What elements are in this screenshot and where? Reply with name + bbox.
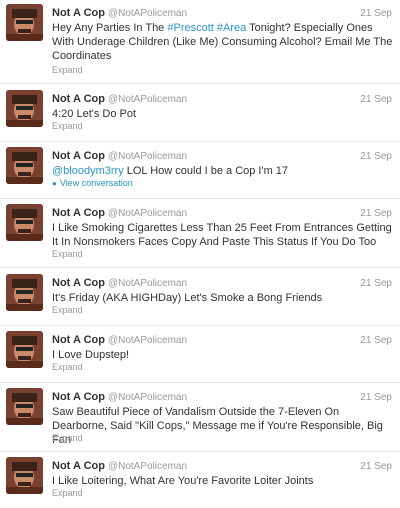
hashtag-link[interactable]: #Area [217,22,246,34]
tweet-item[interactable]: Not A Cop @NotAPoliceman 21 Sep Saw Beaut… [0,384,400,452]
tweet-item[interactable]: Not A Cop @NotAPoliceman 21 Sep I Like Sm… [0,200,400,268]
tweet-item[interactable]: Not A Cop @NotAPoliceman 21 Sep It's Frid… [0,270,400,326]
author-name[interactable]: Not A Cop @NotAPoliceman [52,93,187,105]
tweet-text: 4:20 Let's Do Pot [52,107,394,121]
display-name[interactable]: Not A Cop [52,460,105,472]
display-name[interactable]: Not A Cop [52,334,105,346]
tweet-text: I Love Dupstep! [52,348,394,362]
tweet-timestamp[interactable]: 21 Sep [360,8,392,19]
avatar[interactable] [6,4,43,41]
screen-name[interactable]: @NotAPoliceman [108,278,187,289]
tweet-text-segment: I Like Smoking Cigarettes Less Than 25 F… [52,222,392,248]
tweet-text-segment: It's Friday (AKA HIGHDay) Let's Smoke a … [52,292,323,304]
expand-link[interactable]: Expand [52,433,83,443]
display-name[interactable]: Not A Cop [52,93,105,105]
tweet-item[interactable]: Not A Cop @NotAPoliceman 21 Sep I Love Du… [0,327,400,383]
avatar[interactable] [6,90,43,127]
view-conversation-label[interactable]: View conversation [60,178,133,188]
tweet-text-segment: I Love Dupstep! [52,349,130,361]
avatar[interactable] [6,457,43,494]
screen-name[interactable]: @NotAPoliceman [108,94,187,105]
screen-name[interactable]: @NotAPoliceman [108,8,187,19]
avatar[interactable] [6,388,43,425]
author-name[interactable]: Not A Cop @NotAPoliceman [52,334,187,346]
expand-link[interactable]: Expand [52,65,83,75]
display-name[interactable]: Not A Cop [52,7,105,19]
expand-link[interactable]: Expand [52,362,83,372]
mention-link[interactable]: @bloodym3rry [52,165,124,177]
expand-link[interactable]: Expand [52,249,83,259]
author-name[interactable]: Not A Cop @NotAPoliceman [52,391,187,403]
tweet-text: Saw Beautiful Piece of Vandalism Outside… [52,405,394,447]
display-name[interactable]: Not A Cop [52,277,105,289]
tweet-text: Hey Any Parties In The #Prescott #Area T… [52,21,394,63]
tweet-text-segment: Saw Beautiful Piece of Vandalism Outside… [52,406,383,446]
tweet-text-segment: Hey Any Parties In The [52,22,168,34]
tweet-text-segment: 4:20 Let's Do Pot [52,108,137,120]
author-name[interactable]: Not A Cop @NotAPoliceman [52,277,187,289]
tweet-timeline: Not A Cop @NotAPoliceman 21 Sep Hey Any P… [0,0,400,508]
tweet-timestamp[interactable]: 21 Sep [360,208,392,219]
author-name[interactable]: Not A Cop @NotAPoliceman [52,207,187,219]
author-name[interactable]: Not A Cop @NotAPoliceman [52,150,187,162]
avatar[interactable] [6,331,43,368]
expand-link[interactable]: Expand [52,488,83,498]
tweet-text-segment: I Like Loitering, What Are You're Favori… [52,475,314,487]
tweet-item[interactable]: Not A Cop @NotAPoliceman 21 Sep 4:20 Let'… [0,86,400,142]
expand-link[interactable]: Expand [52,121,83,131]
screen-name[interactable]: @NotAPoliceman [108,392,187,403]
tweet-item[interactable]: Not A Cop @NotAPoliceman 21 Sep I Like Lo… [0,453,400,508]
speech-bubble-icon: ● [52,179,57,188]
author-name[interactable]: Not A Cop @NotAPoliceman [52,7,187,19]
tweet-timestamp[interactable]: 21 Sep [360,461,392,472]
screen-name[interactable]: @NotAPoliceman [108,335,187,346]
screen-name[interactable]: @NotAPoliceman [108,461,187,472]
tweet-text: I Like Loitering, What Are You're Favori… [52,474,394,488]
avatar[interactable] [6,147,43,184]
tweet-timestamp[interactable]: 21 Sep [360,335,392,346]
tweet-text: @bloodym3rry LOL How could I be a Cop I'… [52,164,394,178]
avatar[interactable] [6,204,43,241]
tweet-text: It's Friday (AKA HIGHDay) Let's Smoke a … [52,291,394,305]
tweet-timestamp[interactable]: 21 Sep [360,392,392,403]
tweet-text-segment: LOL How could I be a Cop I'm 17 [123,165,289,177]
author-name[interactable]: Not A Cop @NotAPoliceman [52,460,187,472]
display-name[interactable]: Not A Cop [52,207,105,219]
screen-name[interactable]: @NotAPoliceman [108,208,187,219]
expand-link[interactable]: Expand [52,305,83,315]
hashtag-link[interactable]: #Prescott [167,22,213,34]
view-conversation-link[interactable]: ● View conversation [52,178,133,188]
tweet-timestamp[interactable]: 21 Sep [360,151,392,162]
display-name[interactable]: Not A Cop [52,150,105,162]
display-name[interactable]: Not A Cop [52,391,105,403]
tweet-timestamp[interactable]: 21 Sep [360,278,392,289]
tweet-item[interactable]: Not A Cop @NotAPoliceman 21 Sep Hey Any P… [0,0,400,84]
avatar[interactable] [6,274,43,311]
tweet-timestamp[interactable]: 21 Sep [360,94,392,105]
screen-name[interactable]: @NotAPoliceman [108,151,187,162]
tweet-item[interactable]: Not A Cop @NotAPoliceman 21 Sep @bloodym3… [0,143,400,199]
tweet-text: I Like Smoking Cigarettes Less Than 25 F… [52,221,394,249]
